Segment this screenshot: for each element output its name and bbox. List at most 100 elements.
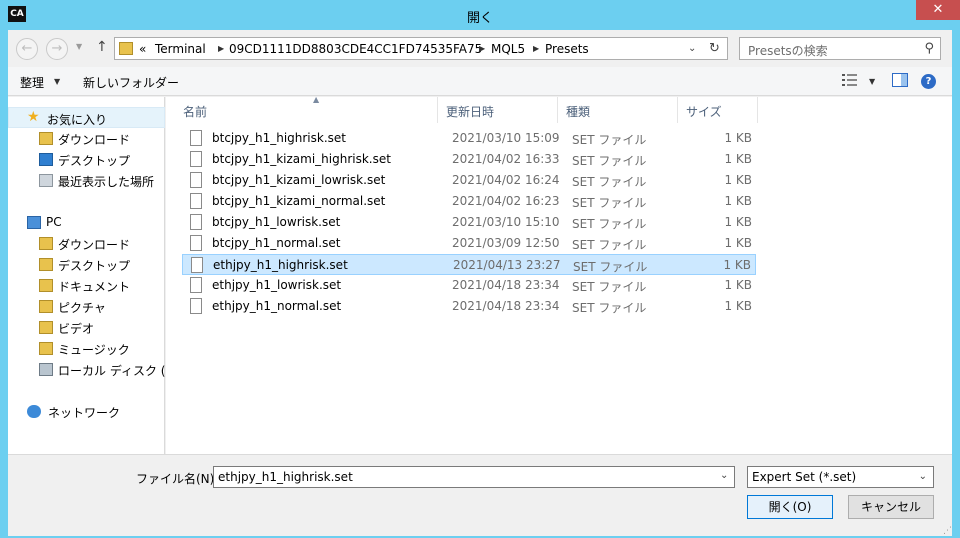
dialog-footer: ファイル名(N): ⌄ Expert Set (*.set) ⌄ 開く(O) キ… (8, 454, 952, 536)
file-icon (190, 235, 202, 251)
forward-arrow-icon: → (51, 41, 63, 56)
nav-item-pc-downloads[interactable]: ダウンロード (8, 233, 165, 254)
desktop-folder-icon (39, 258, 53, 271)
column-header-size[interactable]: サイズ (678, 97, 758, 123)
file-date: 2021/04/18 23:34 (452, 278, 560, 292)
file-size: 1 KB (724, 194, 752, 208)
network-icon (27, 405, 41, 418)
file-size: 1 KB (724, 152, 752, 166)
new-folder-button[interactable]: 新しいフォルダー (83, 74, 179, 91)
file-name: btcjpy_h1_lowrisk.set (212, 215, 341, 229)
help-icon[interactable]: ? (921, 74, 936, 89)
table-row[interactable]: btcjpy_h1_normal.set 2021/03/09 12:50 SET … (182, 233, 756, 254)
breadcrumb-presets[interactable]: Presets (545, 42, 589, 56)
column-header-date[interactable]: 更新日時 (438, 97, 558, 123)
view-list-icon[interactable] (842, 73, 858, 87)
nav-label: 最近表示した場所 (58, 175, 155, 189)
refresh-icon[interactable]: ↻ (709, 41, 720, 56)
file-type-value: Expert Set (*.set) (752, 470, 857, 484)
file-type-select[interactable]: Expert Set (*.set) ⌄ (747, 466, 934, 488)
filename-chevron-down-icon[interactable]: ⌄ (720, 470, 728, 481)
breadcrumb-separator-icon[interactable]: ▶ (479, 44, 485, 53)
view-chevron-down-icon[interactable]: ▼ (869, 77, 875, 86)
table-row[interactable]: ethjpy_h1_highrisk.set 2021/04/13 23:27 SE… (182, 254, 756, 275)
file-type-chevron-down-icon: ⌄ (918, 471, 927, 482)
file-size: 1 KB (724, 278, 752, 292)
forward-button[interactable]: → (46, 38, 68, 60)
navigation-pane: ★ お気に入り ダウンロード デスクトップ 最近表示した場所 PC ダウンロード… (8, 97, 183, 454)
close-button[interactable]: ✕ (916, 0, 960, 20)
file-type: SET ファイル (572, 217, 647, 231)
title-bar[interactable]: CA 開く ✕ (0, 0, 960, 30)
pc-icon (27, 216, 41, 229)
file-type: SET ファイル (573, 260, 648, 274)
nav-label: お気に入り (47, 113, 108, 127)
preview-pane-icon[interactable] (892, 73, 908, 87)
column-header-type[interactable]: 種類 (558, 97, 678, 123)
nav-item-network[interactable]: ネットワーク (8, 401, 165, 422)
filename-input[interactable] (213, 466, 735, 488)
file-type: SET ファイル (572, 175, 647, 189)
breadcrumb-separator-icon[interactable]: ▶ (218, 44, 224, 53)
nav-item-videos[interactable]: ビデオ (8, 317, 165, 338)
table-row[interactable]: btcjpy_h1_kizami_highrisk.set 2021/04/02 … (182, 149, 756, 170)
file-icon (190, 151, 202, 167)
organize-button[interactable]: 整理 (20, 74, 44, 91)
file-type: SET ファイル (572, 238, 647, 252)
file-icon (190, 298, 202, 314)
breadcrumb-separator-icon[interactable]: ▶ (533, 44, 539, 53)
file-icon (190, 130, 202, 146)
table-row[interactable]: btcjpy_h1_kizami_normal.set 2021/04/02 16… (182, 191, 756, 212)
address-chevron-down-icon[interactable]: ⌄ (688, 43, 696, 54)
breadcrumb-mql5[interactable]: MQL5 (491, 42, 525, 56)
breadcrumb-terminal[interactable]: Terminal (155, 42, 206, 56)
search-icon: ⚲ (924, 41, 934, 56)
nav-item-local-disk[interactable]: ローカル ディスク (C:) (8, 359, 183, 380)
nav-item-recent[interactable]: 最近表示した場所 (8, 170, 165, 191)
file-date: 2021/04/02 16:23 (452, 194, 560, 208)
nav-item-pictures[interactable]: ピクチャ (8, 296, 165, 317)
nav-label: デスクトップ (58, 259, 131, 273)
file-date: 2021/03/10 15:09 (452, 131, 560, 145)
breadcrumb-id[interactable]: 09CD1111DD8803CDE4CC1FD74535FA75 (229, 42, 482, 56)
table-row[interactable]: ethjpy_h1_normal.set 2021/04/18 23:34 SET … (182, 296, 756, 317)
nav-item-downloads[interactable]: ダウンロード (8, 128, 165, 149)
file-date: 2021/03/09 12:50 (452, 236, 560, 250)
recent-locations-chevron-icon[interactable]: ▼ (76, 42, 82, 51)
downloads-folder-icon (39, 237, 53, 250)
nav-item-music[interactable]: ミュージック (8, 338, 165, 359)
file-icon (190, 277, 202, 293)
search-box[interactable]: Presetsの検索 ⚲ (739, 37, 941, 60)
file-list: ▲ 名前 更新日時 種類 サイズ btcjpy_h1_highrisk.set 2… (166, 95, 952, 454)
nav-label: ローカル ディスク (C:) (58, 364, 183, 378)
nav-label: ダウンロード (58, 133, 131, 147)
up-arrow-icon[interactable]: ↑ (96, 39, 108, 55)
breadcrumb-overflow[interactable]: « (139, 42, 146, 56)
nav-item-favorites[interactable]: ★ お気に入り (8, 107, 165, 128)
address-bar[interactable]: « Terminal ▶ 09CD1111DD8803CDE4CC1FD7453… (114, 37, 728, 60)
nav-item-documents[interactable]: ドキュメント (8, 275, 165, 296)
column-header-name[interactable]: ▲ 名前 (175, 95, 438, 123)
open-button[interactable]: 開く(O) (747, 495, 833, 519)
table-row[interactable]: btcjpy_h1_lowrisk.set 2021/03/10 15:10 SET… (182, 212, 756, 233)
file-name: ethjpy_h1_highrisk.set (213, 258, 348, 272)
filename-label: ファイル名(N): (136, 472, 219, 486)
table-row[interactable]: ethjpy_h1_lowrisk.set 2021/04/18 23:34 SET… (182, 275, 756, 296)
back-button[interactable]: ← (16, 38, 38, 60)
nav-label: PC (46, 215, 62, 229)
file-name: btcjpy_h1_kizami_lowrisk.set (212, 173, 386, 187)
organize-chevron-down-icon[interactable]: ▼ (54, 77, 60, 86)
nav-item-pc-desktop[interactable]: デスクトップ (8, 254, 165, 275)
search-input[interactable]: Presetsの検索 (748, 42, 828, 59)
cancel-button[interactable]: キャンセル (848, 495, 934, 519)
downloads-folder-icon (39, 132, 53, 145)
desktop-icon (39, 153, 53, 166)
star-icon: ★ (27, 109, 40, 125)
resize-grip-icon[interactable]: ⋰ (943, 526, 952, 536)
table-row[interactable]: btcjpy_h1_kizami_lowrisk.set 2021/04/02 1… (182, 170, 756, 191)
sort-ascending-icon: ▲ (313, 95, 320, 104)
nav-item-desktop[interactable]: デスクトップ (8, 149, 165, 170)
nav-item-pc[interactable]: PC (8, 212, 165, 233)
file-type: SET ファイル (572, 133, 647, 147)
table-row[interactable]: btcjpy_h1_highrisk.set 2021/03/10 15:09 SE… (182, 128, 756, 149)
